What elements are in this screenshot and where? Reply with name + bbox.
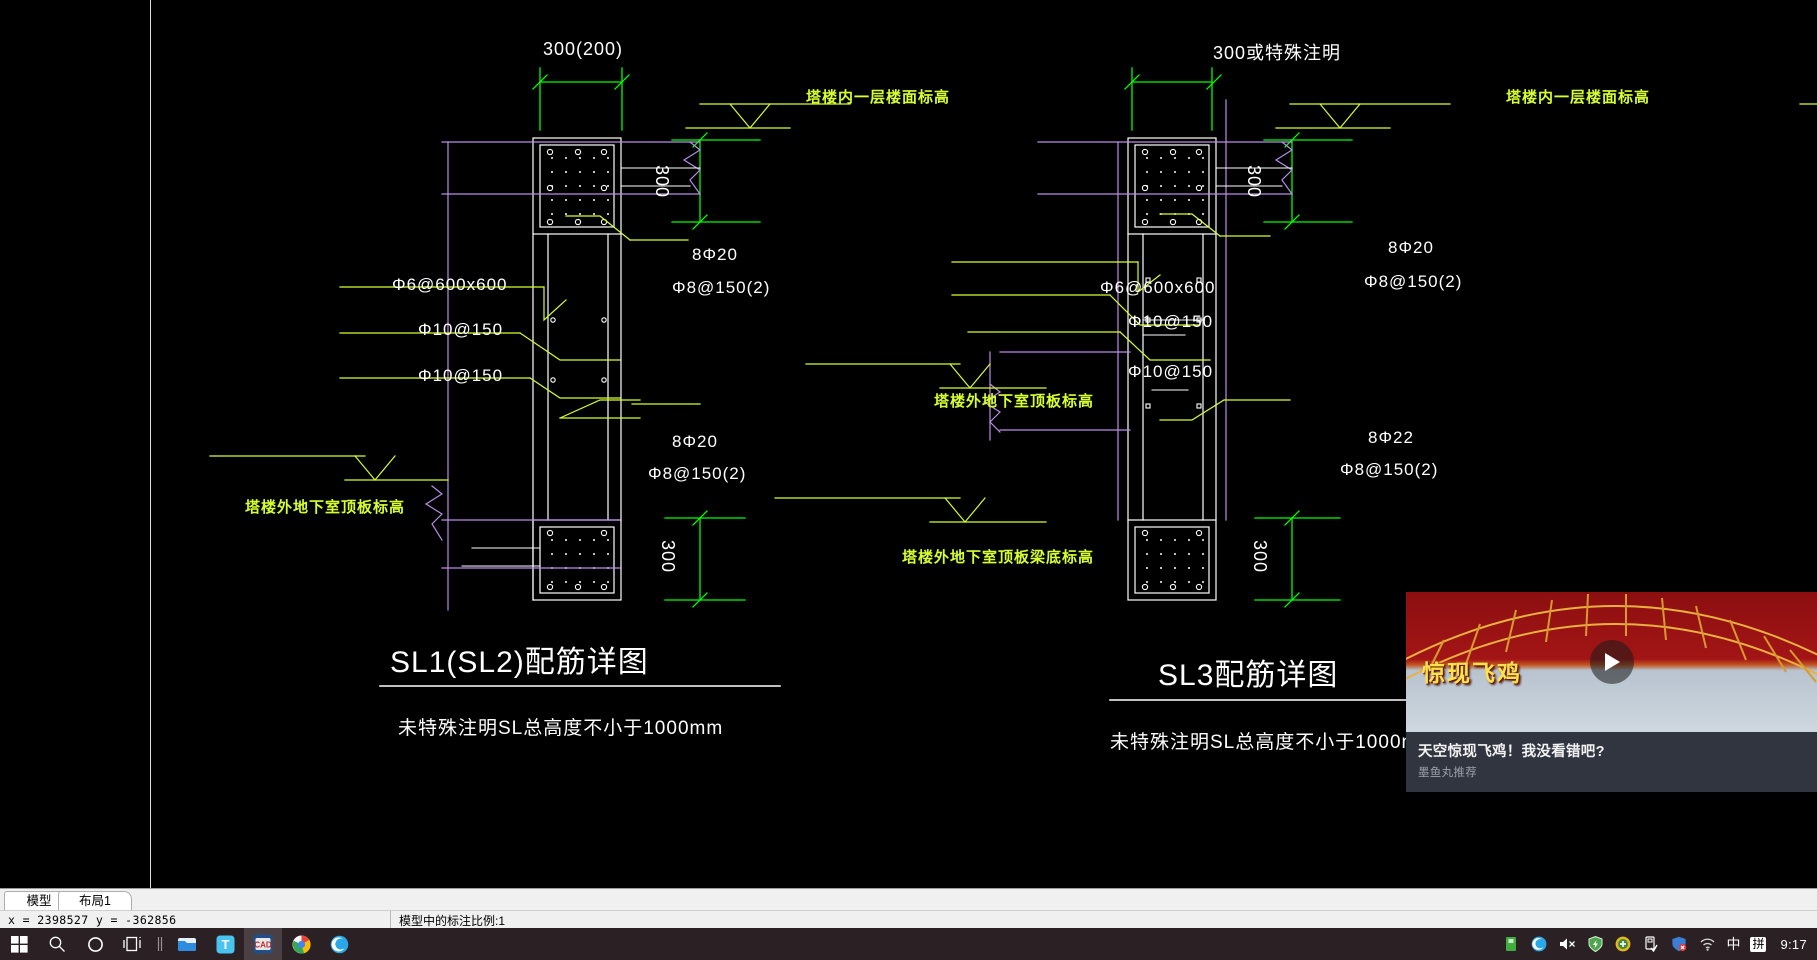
video-ad-popup[interactable]: 惊现飞鸡 天空惊现飞鸡！我没看错吧? 墨鱼丸推荐: [1406, 592, 1817, 792]
right-vertical-dim-top: 300: [1244, 165, 1264, 199]
left-rebar-note-3: Φ10@150: [418, 366, 504, 385]
right-detail-title: SL3配筋详图: [1158, 659, 1339, 692]
browser-icon: [330, 935, 348, 953]
chrome-button[interactable]: [282, 928, 320, 960]
search-icon: [49, 936, 65, 952]
defender-alert-icon[interactable]: [1670, 935, 1688, 953]
right-rebar-note-1: Φ6@600x600: [1100, 278, 1216, 297]
status-bar: x = 2398527 y = -362856 模型中的标注比例:1: [0, 910, 1817, 929]
cursor-coordinates: x = 2398527 y = -362856: [8, 913, 177, 927]
right-vertical-dim-bottom: 300: [1250, 540, 1270, 574]
folder-icon: [178, 938, 196, 951]
left-top-dimension-text: 300(200): [543, 39, 624, 59]
network-icon[interactable]: [1698, 935, 1716, 953]
right-label-basement-beam-bottom-level: 塔楼外地下室顶板梁底标高: [902, 549, 1095, 566]
safely-remove-icon[interactable]: [1642, 935, 1660, 953]
right-detail-subtitle: 未特殊注明SL总高度不小于1000mm: [1110, 732, 1436, 753]
left-detail-subtitle: 未特殊注明SL总高度不小于1000mm: [398, 718, 724, 739]
browser-button[interactable]: [320, 928, 358, 960]
right-label-tower-floor-level: 塔楼内一层楼面标高: [1506, 89, 1651, 106]
windows-taskbar: T CAD 中 拼 9:17: [0, 928, 1817, 960]
right-rebar-note-2: Φ10@150: [1128, 312, 1214, 331]
text-editor-icon: T: [216, 935, 234, 953]
layout-tabs-bar: 模型 布局1: [0, 888, 1817, 913]
svg-text:T: T: [221, 937, 229, 952]
taskbar-divider: [152, 928, 168, 960]
taskbar-clock[interactable]: 9:17: [1780, 937, 1807, 952]
cad-app-icon: CAD: [253, 934, 273, 954]
left-rebar-note-6: 8Φ20: [672, 432, 718, 451]
task-view-button[interactable]: [114, 928, 152, 960]
play-icon[interactable]: [1589, 640, 1634, 684]
left-rebar-note-4: 8Φ20: [692, 245, 738, 264]
chrome-icon: [292, 935, 311, 954]
task-view-icon: [123, 936, 141, 952]
search-button[interactable]: [38, 928, 76, 960]
left-label-tower-floor-level: 塔楼内一层楼面标高: [806, 89, 951, 106]
cad-drawing-canvas[interactable]: 300(200) 300 300 塔楼内一层楼面标高 塔楼外地下室顶板标高 Φ6…: [0, 0, 1817, 888]
cad-app-button[interactable]: CAD: [244, 928, 282, 960]
ad-source: 墨鱼丸推荐: [1418, 767, 1477, 779]
right-rebar-note-6: 8Φ22: [1368, 428, 1414, 447]
ime-mode-indicator[interactable]: 拼: [1750, 936, 1767, 952]
browser-tray-icon[interactable]: [1530, 935, 1548, 953]
left-detail-title: SL1(SL2)配筋详图: [390, 646, 649, 679]
screen: 300(200) 300 300 塔楼内一层楼面标高 塔楼外地下室顶板标高 Φ6…: [0, 0, 1817, 960]
left-vertical-dim-bottom: 300: [658, 540, 678, 574]
right-rebar-note-7: Φ8@150(2): [1340, 460, 1439, 479]
tab-layout1[interactable]: 布局1: [58, 891, 132, 912]
ad-title[interactable]: 天空惊现飞鸡！我没看错吧?: [1418, 740, 1605, 761]
left-rebar-note-7: Φ8@150(2): [648, 464, 747, 483]
left-rebar-note-2: Φ10@150: [418, 320, 504, 339]
file-explorer-button[interactable]: [168, 928, 206, 960]
left-rebar-note-5: Φ8@150(2): [672, 278, 771, 297]
circle-icon: [87, 936, 103, 952]
left-rebar-note-1: Φ6@600x600: [392, 275, 508, 294]
usb-device-icon[interactable]: [1502, 935, 1520, 953]
taskbar-buttons: T CAD: [0, 928, 358, 960]
right-rebar-note-3: Φ10@150: [1128, 362, 1214, 381]
volume-muted-icon[interactable]: [1558, 935, 1576, 953]
cortana-button[interactable]: [76, 928, 114, 960]
ad-video-thumbnail[interactable]: 惊现飞鸡: [1406, 592, 1817, 732]
text-editor-button[interactable]: T: [206, 928, 244, 960]
ime-language-indicator[interactable]: 中: [1726, 934, 1740, 954]
right-top-dimension-text: 300或特殊注明: [1213, 43, 1342, 63]
ad-caption-area: 天空惊现飞鸡！我没看错吧? 墨鱼丸推荐: [1406, 732, 1817, 792]
ad-headline: 惊现飞鸡: [1422, 660, 1522, 686]
left-label-basement-roof-level: 塔楼外地下室顶板标高: [245, 499, 406, 516]
svg-text:CAD: CAD: [254, 941, 272, 950]
divider-icon: [157, 937, 163, 951]
system-tray: 中 拼 9:17: [1502, 928, 1813, 960]
right-rebar-note-5: Φ8@150(2): [1364, 272, 1463, 291]
windows-icon: [10, 935, 28, 953]
right-rebar-note-4: 8Φ20: [1388, 238, 1434, 257]
annotation-scale[interactable]: 模型中的标注比例:1: [390, 911, 505, 929]
update-icon[interactable]: [1614, 935, 1632, 953]
right-label-basement-roof-level: 塔楼外地下室顶板标高: [934, 393, 1095, 410]
start-button[interactable]: [0, 928, 38, 960]
left-vertical-dim-top: 300: [652, 165, 672, 199]
security-shield-icon[interactable]: [1586, 935, 1604, 953]
